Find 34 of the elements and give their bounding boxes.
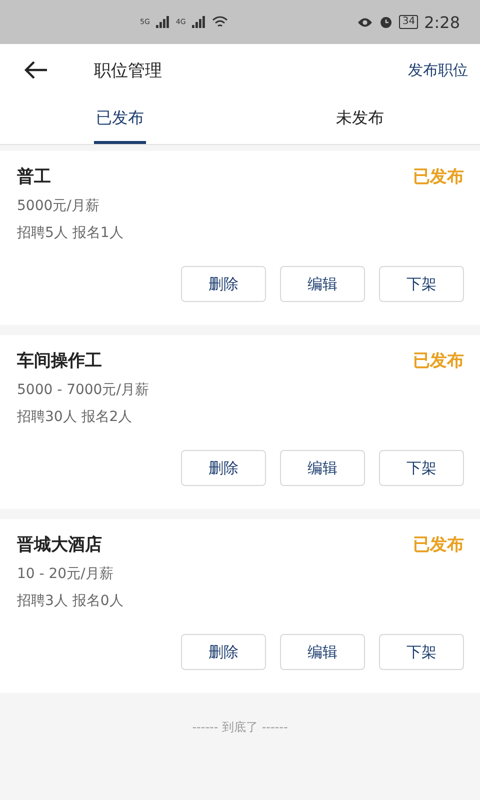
job-status: 已发布 <box>413 166 464 188</box>
job-action-button[interactable]: 删除 <box>181 450 266 486</box>
job-salary: 5000 - 7000元/月薪 <box>17 381 150 399</box>
alarm-icon <box>379 15 394 29</box>
end-of-list-text: ------ 到底了 ------ <box>192 719 288 736</box>
job-action-button[interactable]: 下架 <box>379 266 464 302</box>
job-stats: 招聘5人 报名1人 <box>17 224 124 242</box>
job-title: 普工 <box>17 166 51 188</box>
tab[interactable]: 已发布 <box>94 96 146 144</box>
publish-job-link[interactable]: 发布职位 <box>408 56 468 84</box>
clock-time: 2:28 <box>424 12 460 32</box>
job-status: 已发布 <box>413 350 464 372</box>
page-title: 职位管理 <box>94 60 163 82</box>
signal-icon <box>192 16 206 28</box>
job-status: 已发布 <box>413 534 464 556</box>
wifi-icon <box>212 16 228 28</box>
job-salary: 5000元/月薪 <box>17 197 100 215</box>
signal-icon <box>156 16 170 28</box>
back-arrow-icon[interactable] <box>24 61 48 79</box>
job-title: 车间操作工 <box>17 350 102 372</box>
job-action-button[interactable]: 编辑 <box>280 266 365 302</box>
job-action-button[interactable]: 删除 <box>181 266 266 302</box>
job-stats: 招聘3人 报名0人 <box>17 592 124 610</box>
battery-level: 34 <box>399 15 418 29</box>
job-salary: 10 - 20元/月薪 <box>17 565 114 583</box>
tab[interactable]: 未发布 <box>334 96 386 144</box>
job-action-button[interactable]: 下架 <box>379 450 464 486</box>
job-action-button[interactable]: 删除 <box>181 634 266 670</box>
job-action-button[interactable]: 编辑 <box>280 634 365 670</box>
job-stats: 招聘30人 报名2人 <box>17 408 134 426</box>
eye-icon <box>357 16 374 28</box>
job-action-button[interactable]: 编辑 <box>280 450 365 486</box>
job-action-button[interactable]: 下架 <box>379 634 464 670</box>
job-title: 晋城大酒店 <box>17 534 102 556</box>
